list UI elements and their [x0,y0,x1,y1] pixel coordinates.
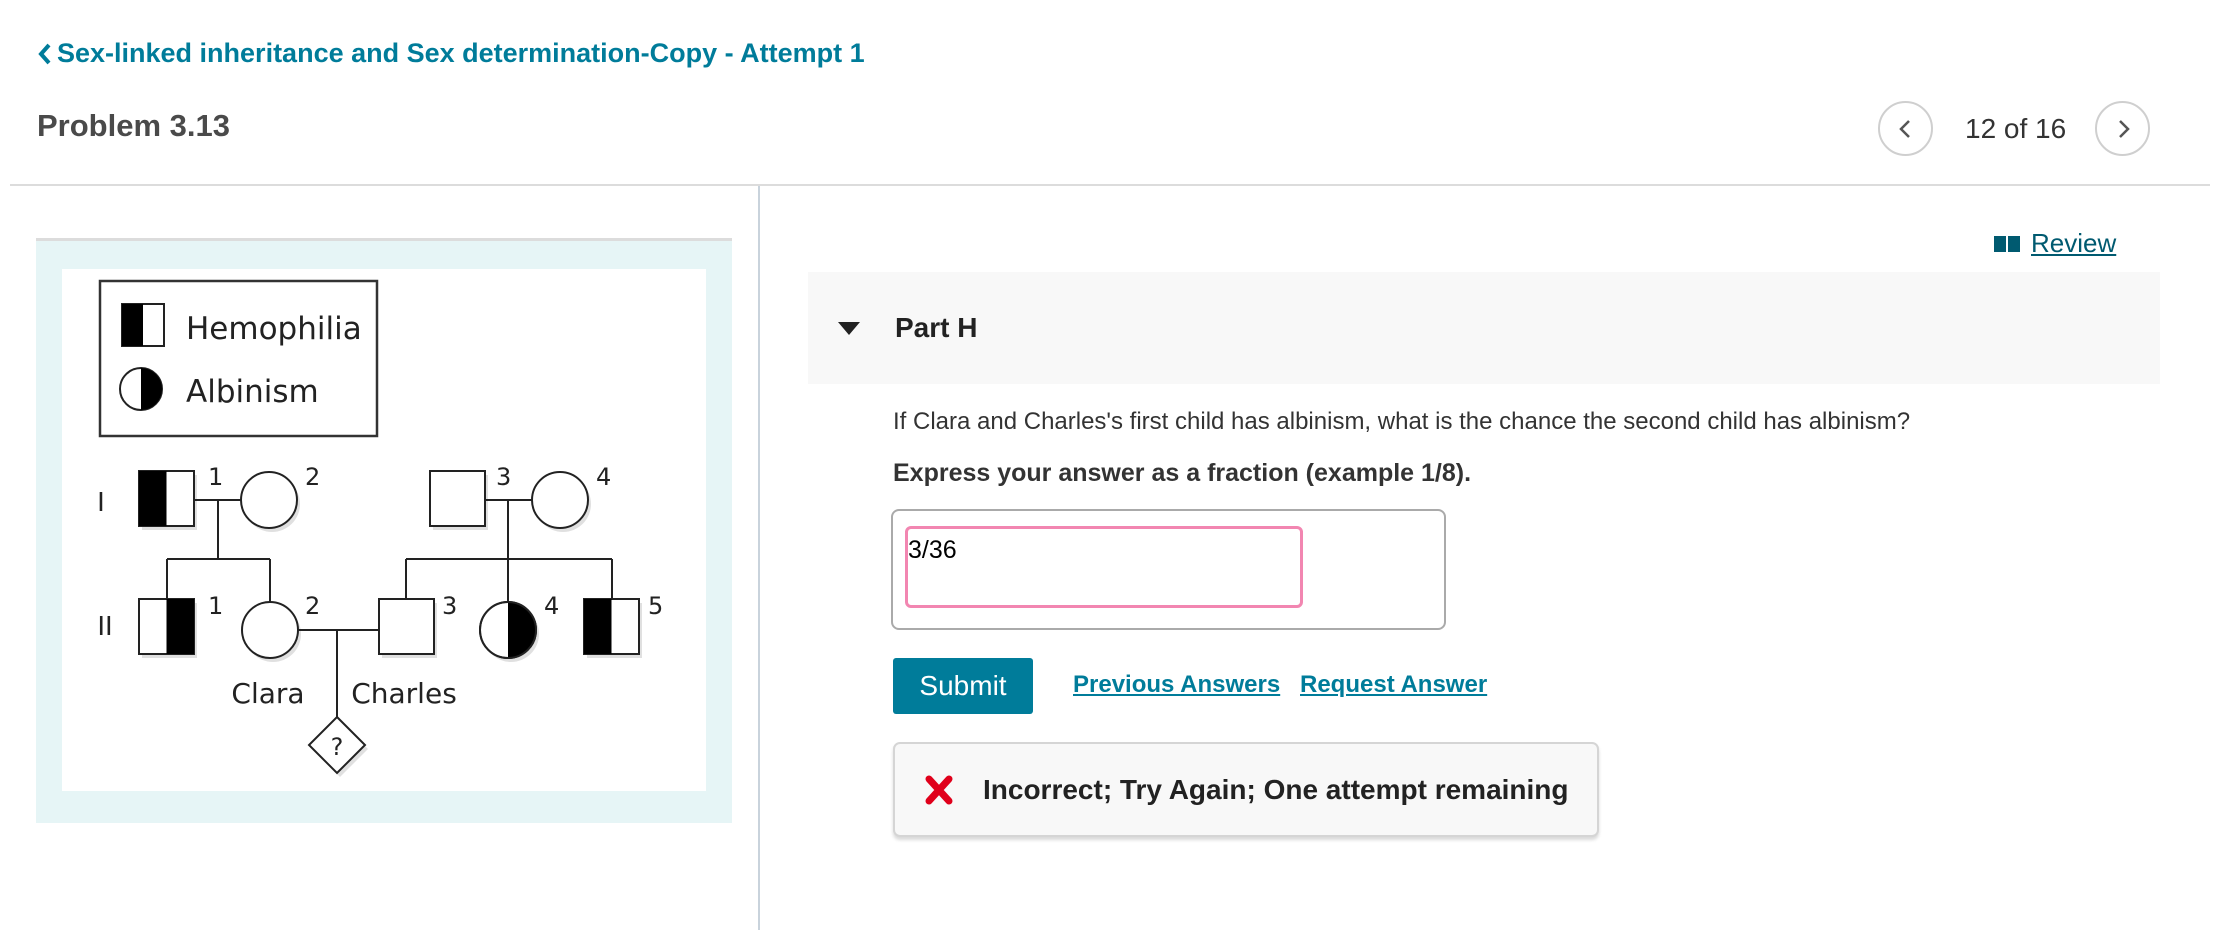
chevron-left-icon [1898,119,1910,138]
review-link[interactable]: Review [1993,228,2116,259]
legend-hemophilia-label: Hemophilia [186,311,362,347]
individual-number-I-2: 2 [305,463,320,491]
individual-number-I-1: 1 [208,463,223,491]
previous-answers-link[interactable]: Previous Answers [1073,671,1280,699]
previous-problem-button[interactable] [1878,101,1933,156]
individual-number-II-1: 1 [208,592,223,620]
individual-number-II-2: 2 [305,592,320,620]
problem-navigation: 12 of 16 [1878,101,2151,156]
individual-number-II-5: 5 [648,592,663,620]
book-icon [1994,235,2020,252]
header-divider [10,184,2210,186]
individual-I-1-fill [139,471,167,526]
generation-label-II: II [97,612,112,642]
next-problem-button[interactable] [2095,101,2151,156]
answer-input[interactable] [905,526,1303,608]
legend-hemophilia-fill [122,304,143,346]
breadcrumb-back-link[interactable]: Sex-linked inheritance and Sex determina… [37,38,865,69]
generation-label-I: I [97,488,105,518]
answer-instruction: Express your answer as a fraction (examp… [893,459,1472,487]
individual-I-4 [531,471,589,529]
name-label-clara: Clara [231,677,304,710]
review-label: Review [2031,228,2117,258]
individual-II-1-fill [166,599,194,654]
problem-title: Problem 3.13 [37,108,230,143]
request-answer-link[interactable]: Request Answer [1300,671,1487,699]
breadcrumb-label: Sex-linked inheritance and Sex determina… [57,38,865,68]
problem-counter: 12 of 16 [1965,112,2067,144]
offspring-question-mark: ? [331,733,344,761]
legend-albinism-label: Albinism [186,374,319,410]
answer-container [891,509,1446,630]
pedigree-figure: Hemophilia Albinism I II 1 2 3 4 1 2 3 4 5 Clara Charl… [62,269,706,791]
individual-number-I-3: 3 [496,463,511,491]
chevron-left-icon [38,43,51,64]
individual-I-3 [429,470,486,527]
individual-number-I-4: 4 [596,463,611,491]
feedback-box: Incorrect; Try Again; One attempt remain… [893,742,1599,837]
individual-number-II-4: 4 [544,592,559,620]
feedback-message: Incorrect; Try Again; One attempt remain… [983,773,1569,805]
part-h-header[interactable]: Part H [808,272,2160,384]
name-label-charles: Charles [351,677,457,710]
column-divider [758,186,760,930]
collapse-triangle-icon [838,321,860,335]
question-text: If Clara and Charles's first child has a… [893,408,1911,435]
submit-button[interactable]: Submit [893,658,1033,714]
individual-II-3 [378,598,435,655]
x-icon [925,775,953,804]
figure-panel: Hemophilia Albinism I II 1 2 3 4 1 2 3 4 5 Clara Charl… [36,238,732,823]
part-title: Part H [895,312,978,343]
individual-II-2 [241,601,299,659]
chevron-right-icon [2118,119,2130,138]
individual-I-2 [240,471,298,529]
individual-II-5-fill [584,599,612,654]
individual-number-II-3: 3 [442,592,457,620]
pedigree-chart: HemophiliaAlbinismIII1 2 3 41 2 3 4 5Clara Charl… [97,279,663,777]
